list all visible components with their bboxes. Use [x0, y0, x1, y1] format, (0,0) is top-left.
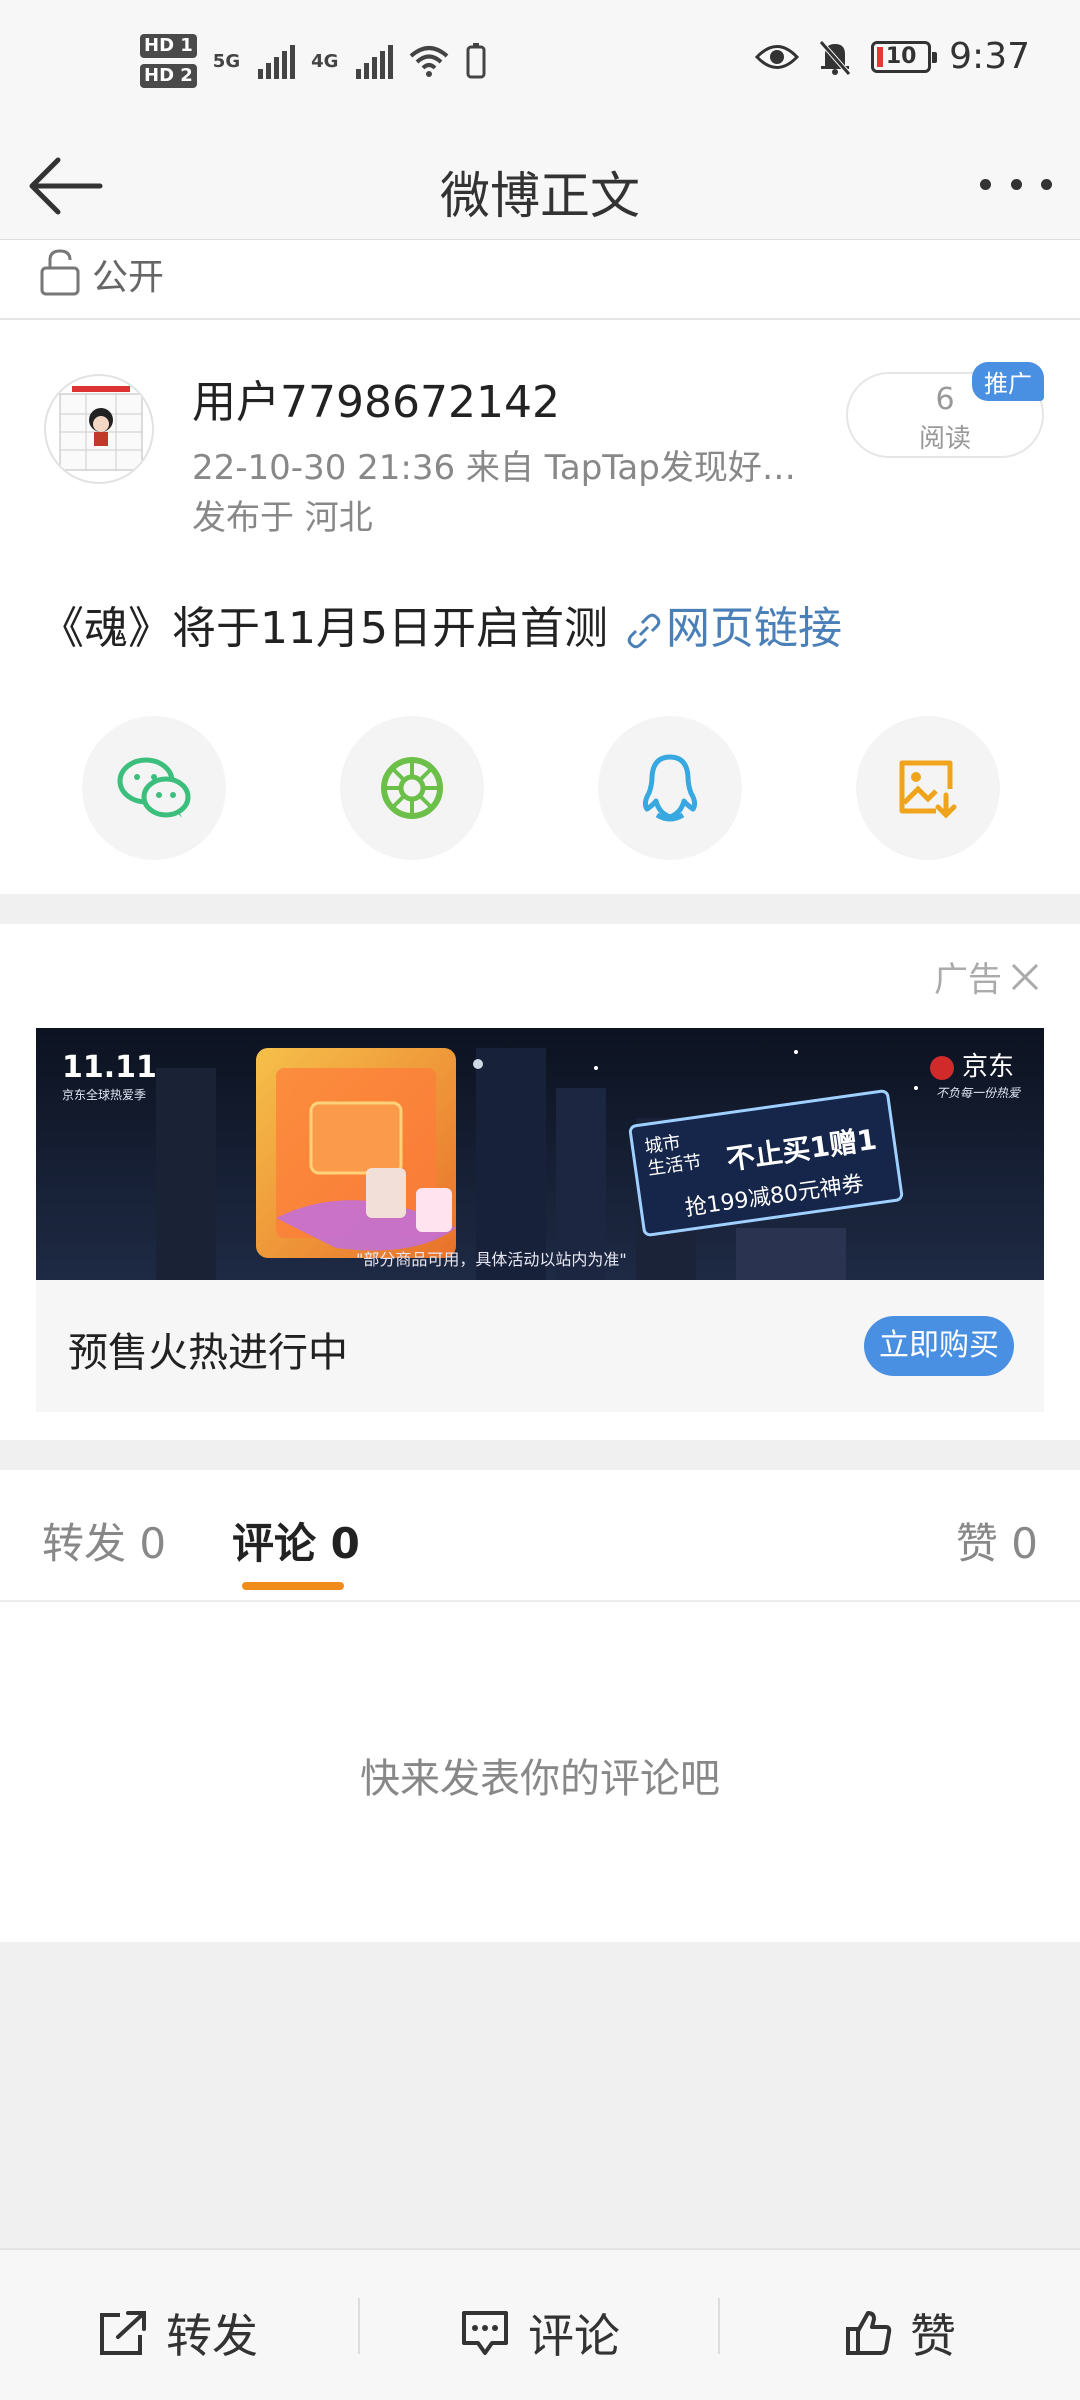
toolbar-divider-2: [718, 2298, 720, 2354]
comment-label: 评论: [528, 2309, 620, 2363]
hd2-indicator: HD 2: [140, 64, 197, 88]
tab-like[interactable]: 赞 0: [956, 1510, 1038, 1571]
more-options-icon[interactable]: [980, 164, 1052, 204]
status-bar-left: HD 1 HD 2 5G 4G: [140, 34, 487, 88]
repost-label: 转发: [166, 2309, 258, 2363]
status-bar: HD 1 HD 2 5G 4G 10 9:37: [0, 0, 1080, 130]
author-username[interactable]: 用户7798672142: [192, 366, 560, 430]
moments-icon: [381, 757, 443, 819]
bottom-toolbar: 转发 评论 赞: [0, 2248, 1080, 2400]
ad-banner-event: 11.11: [62, 1050, 157, 1085]
link-icon: [627, 613, 661, 649]
section-divider-2: [0, 1440, 1080, 1470]
promote-tag[interactable]: 推广: [972, 362, 1044, 401]
repost-button[interactable]: 转发: [98, 2300, 258, 2366]
empty-area: [0, 1942, 1080, 2248]
avatar-image: [59, 386, 143, 471]
close-icon: [1011, 963, 1039, 990]
ad-banner-graphic: [36, 1028, 1044, 1280]
interaction-tabs: 转发 0 评论 0 赞 0: [0, 1470, 1080, 1602]
ad-banner[interactable]: 11.11 京东全球热爱季 京东 不负每一份热爱 城市 生活节 不止买1赠1 抢…: [36, 1028, 1044, 1280]
unlock-icon: [40, 249, 80, 296]
mute-bell-icon: [819, 39, 852, 76]
eye-icon: [755, 44, 800, 69]
ad-title: 预售火热进行中: [68, 1330, 348, 1376]
wechat-icon: [117, 757, 191, 818]
post-meta: 22-10-30 21:36 来自 TapTap发现好…: [192, 448, 796, 488]
post-text: 《魂》将于11月5日开启首测: [40, 603, 608, 654]
post-body: 《魂》将于11月5日开启首测 网页链接: [40, 592, 842, 656]
save-image-button[interactable]: [856, 716, 1000, 860]
section-divider: [0, 894, 1080, 924]
toolbar-divider: [358, 2298, 360, 2354]
avatar[interactable]: [44, 374, 154, 484]
active-tab-indicator: [242, 1582, 344, 1590]
wifi-icon: [410, 46, 449, 77]
hd1-indicator: HD 1: [140, 34, 197, 58]
comment-button[interactable]: 评论: [460, 2300, 620, 2366]
like-button[interactable]: 赞: [844, 2300, 956, 2366]
ad-banner-brand: 京东: [961, 1052, 1014, 1082]
battery-indicator: 10: [871, 40, 938, 73]
share-qq-button[interactable]: [598, 716, 742, 860]
buy-now-button[interactable]: 立即购买: [864, 1316, 1014, 1376]
ad-banner-subtitle: 京东全球热爱季: [62, 1088, 147, 1102]
share-wechat-button[interactable]: [82, 716, 226, 860]
save-image-icon: [899, 760, 957, 819]
web-link[interactable]: 网页链接: [666, 603, 842, 654]
tab-repost[interactable]: 转发 0: [42, 1510, 166, 1571]
read-count-badge[interactable]: 6 阅读 推广: [846, 362, 1044, 458]
qq-icon: [642, 754, 698, 822]
thumbs-up-icon: [846, 2311, 892, 2355]
phone-battery-icon: [466, 43, 486, 79]
ad-banner-slogan: 不负每一份热爱: [935, 1086, 1020, 1100]
network-4g-label: 4G: [311, 50, 339, 72]
nav-bar: 微博正文: [0, 130, 1080, 240]
read-label: 阅读: [918, 424, 971, 454]
status-bar-right: 10 9:37: [755, 36, 1030, 77]
ad-banner-note: "部分商品可用，具体活动以站内为准": [356, 1250, 627, 1269]
comment-icon: [462, 2311, 508, 2355]
empty-comments-text: 快来发表你的评论吧: [360, 1756, 720, 1802]
ad-label: 广告: [934, 960, 1002, 1000]
ad-close-button[interactable]: 广告: [934, 952, 1040, 1001]
post-location: 发布于 河北: [192, 498, 373, 538]
page-title: 微博正文: [440, 167, 640, 225]
like-label: 赞: [910, 2309, 956, 2363]
clock: 9:37: [949, 36, 1030, 77]
signal-icon: [258, 43, 296, 79]
network-5g-label: 5G: [212, 50, 241, 72]
share-moments-button[interactable]: [340, 716, 484, 860]
tab-comment[interactable]: 评论 0: [232, 1510, 360, 1571]
repost-icon: [100, 2311, 146, 2355]
signal-icon-2: [356, 43, 394, 79]
visibility-label: 公开: [92, 257, 165, 298]
visibility-row: 公开: [0, 240, 1080, 320]
ad-footer[interactable]: 预售火热进行中 立即购买: [36, 1280, 1044, 1412]
